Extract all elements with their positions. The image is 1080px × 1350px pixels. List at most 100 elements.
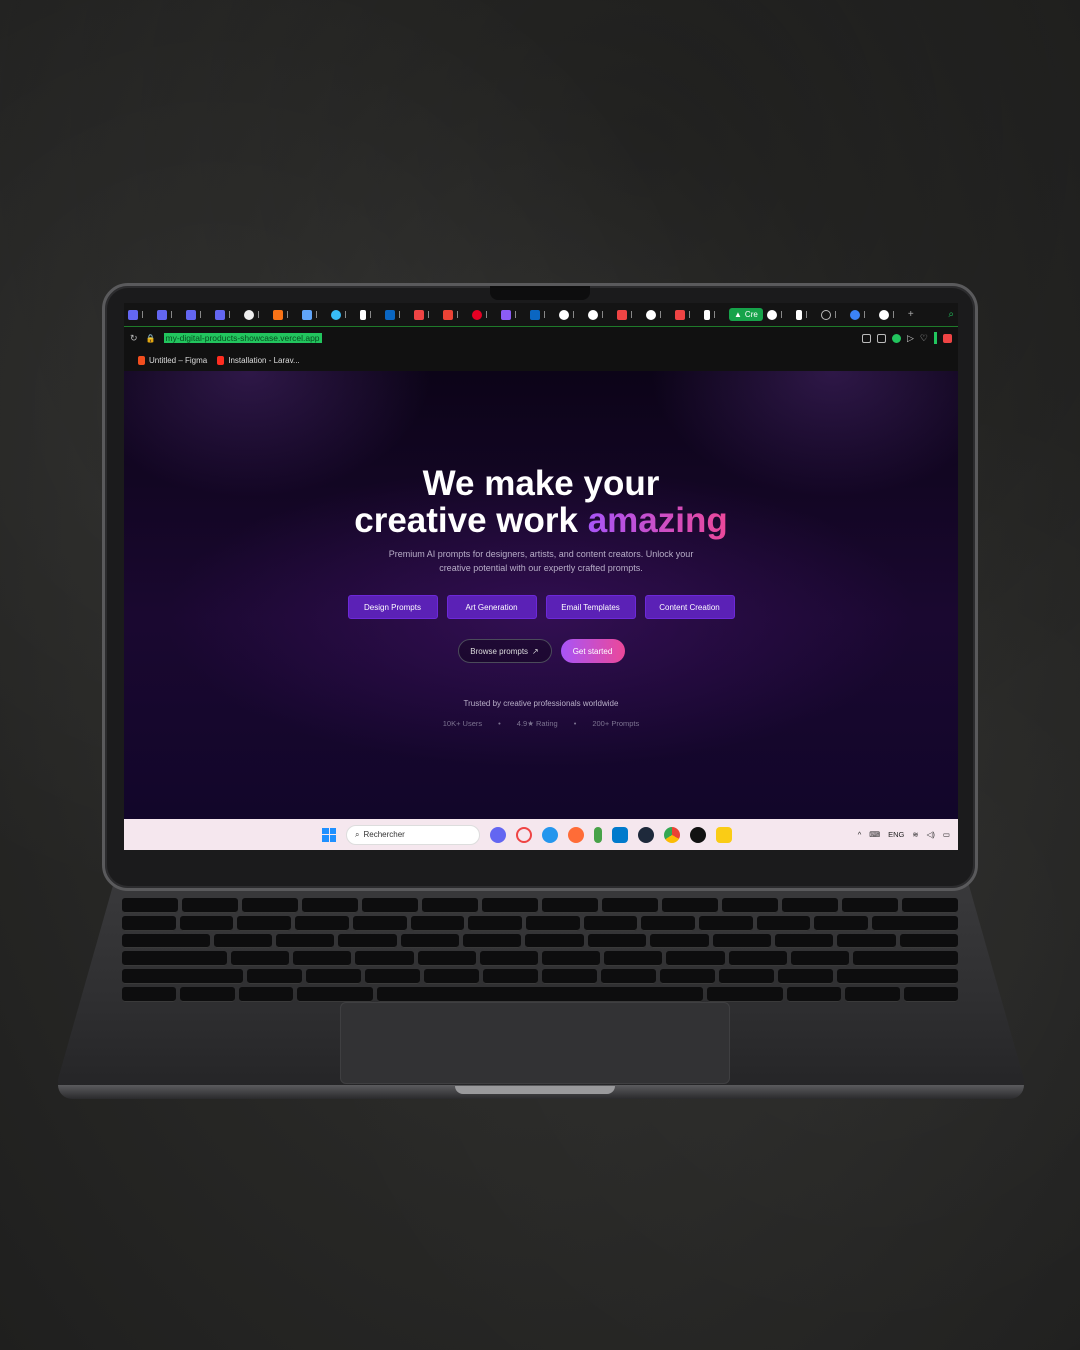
hero-title: We make your creative work amazing xyxy=(124,465,958,539)
bookmark-label: Installation - Larav... xyxy=(228,355,300,365)
hero-subtitle-line2: creative potential with our expertly cra… xyxy=(439,563,643,573)
tab-icon[interactable] xyxy=(559,309,569,320)
hero-title-line2: creative work xyxy=(354,501,578,540)
cta-group: Browse prompts ↗ Get started xyxy=(124,639,958,663)
search-placeholder: Rechercher xyxy=(363,830,405,839)
laravel-icon xyxy=(217,355,225,365)
browse-prompts-label: Browse prompts xyxy=(470,646,529,656)
extension-icon[interactable] xyxy=(943,333,952,343)
tab-icon[interactable] xyxy=(588,309,598,320)
hero-title-line1: We make your xyxy=(422,464,660,503)
search-icon: ⌕ xyxy=(355,829,360,839)
trust-stats: 10K+ Users • 4.9★ Rating • 200+ Prompts xyxy=(124,719,958,728)
tab-icon[interactable] xyxy=(331,309,341,320)
chrome-icon[interactable] xyxy=(664,826,680,843)
tab-strip: ▲ Cre + ⌕ xyxy=(124,303,958,327)
tab-icon[interactable] xyxy=(617,309,627,320)
camera-notch xyxy=(490,286,590,300)
tab-icon[interactable] xyxy=(215,309,225,320)
chat-app-icon[interactable] xyxy=(490,826,506,843)
screen: ▲ Cre + ⌕ ↻ 🔒 my-digital-products-showcas… xyxy=(124,303,958,850)
volume-icon[interactable]: ◁) xyxy=(927,830,935,839)
stat-separator: • xyxy=(498,719,501,728)
tab-active[interactable]: ▲ Cre xyxy=(729,308,763,321)
tab-icon[interactable] xyxy=(157,309,167,320)
vercel-icon: ▲ xyxy=(734,310,742,319)
email-templates-button[interactable]: Email Templates xyxy=(545,595,636,619)
github-icon[interactable] xyxy=(766,309,777,320)
stat-rating: 4.9★ Rating xyxy=(516,719,558,728)
bookmark-laravel[interactable]: Installation - Larav... xyxy=(217,355,300,365)
trackpad xyxy=(340,1002,730,1084)
stat-separator: • xyxy=(573,719,577,728)
laptop-notch xyxy=(455,1086,615,1094)
chevron-up-icon[interactable]: ^ xyxy=(858,830,862,839)
media-player-icon[interactable] xyxy=(690,826,706,843)
gmail-icon[interactable] xyxy=(443,309,453,320)
taskbar-search[interactable]: ⌕ Rechercher xyxy=(346,824,480,845)
hero-title-accent: amazing xyxy=(587,501,728,540)
github-icon[interactable] xyxy=(878,309,889,320)
app-icon[interactable] xyxy=(638,826,654,843)
opera-icon[interactable] xyxy=(516,826,532,843)
external-link-icon: ↗ xyxy=(532,646,539,656)
tab-icon[interactable] xyxy=(675,309,685,320)
vscode-icon[interactable] xyxy=(612,826,628,843)
url-field[interactable]: my-digital-products-showcase.vercel.app xyxy=(163,333,322,343)
new-tab-icon[interactable]: + xyxy=(908,309,914,320)
battery-icon[interactable]: ▭ xyxy=(943,830,950,839)
bookmarks-bar: Untitled – Figma Installation - Larav... xyxy=(124,349,958,371)
stat-prompts: 200+ Prompts xyxy=(592,719,640,728)
docker-icon[interactable] xyxy=(542,826,558,843)
tab-active-label: Cre xyxy=(744,310,758,319)
reload-icon[interactable]: ↻ xyxy=(130,333,138,344)
tab-icon[interactable] xyxy=(704,309,710,320)
extension-indicator xyxy=(934,332,937,344)
mongodb-icon[interactable] xyxy=(594,826,602,843)
linkedin-icon[interactable] xyxy=(530,309,540,320)
lock-icon: 🔒 xyxy=(145,333,156,343)
tab-icon[interactable] xyxy=(501,309,511,320)
tab-icon[interactable] xyxy=(849,309,860,320)
tab-icon[interactable] xyxy=(795,309,802,320)
keyboard-icon[interactable]: ⌨ xyxy=(869,830,880,839)
landing-page: We make your creative work amazing Premi… xyxy=(124,371,958,819)
figma-icon xyxy=(138,355,145,365)
tab-icon[interactable] xyxy=(302,309,312,320)
loading-icon[interactable] xyxy=(820,309,831,320)
address-bar: ↻ 🔒 my-digital-products-showcase.vercel.… xyxy=(124,327,958,349)
stat-users: 10K+ Users xyxy=(442,719,483,728)
pinterest-icon[interactable] xyxy=(472,309,482,320)
shield-icon[interactable] xyxy=(892,333,901,343)
wifi-icon[interactable]: ≋ xyxy=(912,830,918,839)
youtube-icon[interactable] xyxy=(414,309,424,320)
file-explorer-icon[interactable] xyxy=(716,826,732,843)
language-indicator[interactable]: ENG xyxy=(888,830,904,839)
windows-start-icon[interactable] xyxy=(322,827,336,842)
design-prompts-button[interactable]: Design Prompts xyxy=(347,595,438,619)
tab-icon[interactable] xyxy=(244,309,254,320)
postman-icon[interactable] xyxy=(568,826,584,843)
camera-icon[interactable] xyxy=(877,333,886,343)
trust-heading: Trusted by creative professionals worldw… xyxy=(463,699,619,708)
tab-icon[interactable] xyxy=(186,309,196,320)
tab-icon[interactable] xyxy=(360,309,366,320)
get-started-button[interactable]: Get started xyxy=(560,639,625,663)
linkedin-icon[interactable] xyxy=(385,309,395,320)
search-icon[interactable]: ⌕ xyxy=(948,309,954,320)
tab-icon[interactable] xyxy=(128,309,138,320)
browse-prompts-button[interactable]: Browse prompts ↗ xyxy=(457,639,552,663)
tab-icon[interactable] xyxy=(273,309,283,320)
bookmark-figma[interactable]: Untitled – Figma xyxy=(138,355,208,365)
hero-subtitle-line1: Premium AI prompts for designers, artist… xyxy=(388,549,694,559)
edit-icon[interactable] xyxy=(862,333,871,343)
content-creation-button[interactable]: Content Creation xyxy=(644,595,735,619)
category-buttons: Design Prompts Art Generation Email Temp… xyxy=(124,595,958,619)
heart-icon[interactable]: ♡ xyxy=(920,333,928,344)
art-generation-button[interactable]: Art Generation xyxy=(446,595,537,619)
keyboard xyxy=(122,898,959,1002)
hero-subtitle: Premium AI prompts for designers, artist… xyxy=(364,547,718,575)
bookmark-label: Untitled – Figma xyxy=(149,355,208,365)
send-icon[interactable]: ▷ xyxy=(907,333,914,344)
tab-icon[interactable] xyxy=(646,309,656,320)
